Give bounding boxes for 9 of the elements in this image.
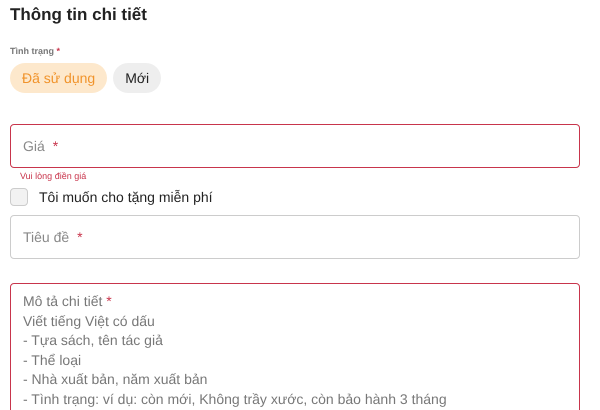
section-title: Thông tin chi tiết	[10, 4, 148, 26]
error-message: Vui lòng điền giá	[20, 171, 88, 181]
price-field[interactable]: Giá *	[10, 124, 580, 168]
description-field[interactable]: Mô tả chi tiết * Viết tiếng Việt có dấu - Tựa sách, tên tác giả - Thể loại - Nhà xuất bản, năm xuất bản - Tình trạng: ví dụ: còn mới, Không trầy xước, còn bảo hành 3 tháng	[10, 283, 580, 410]
field-label: Tình trạng *	[10, 46, 62, 56]
title-field[interactable]: Tiêu đề *	[10, 215, 580, 259]
checkbox[interactable]	[10, 188, 28, 206]
checkbox-label: Tôi muốn cho tặng miễn phí	[39, 189, 213, 205]
condition-chip[interactable]: Mới	[113, 63, 162, 93]
